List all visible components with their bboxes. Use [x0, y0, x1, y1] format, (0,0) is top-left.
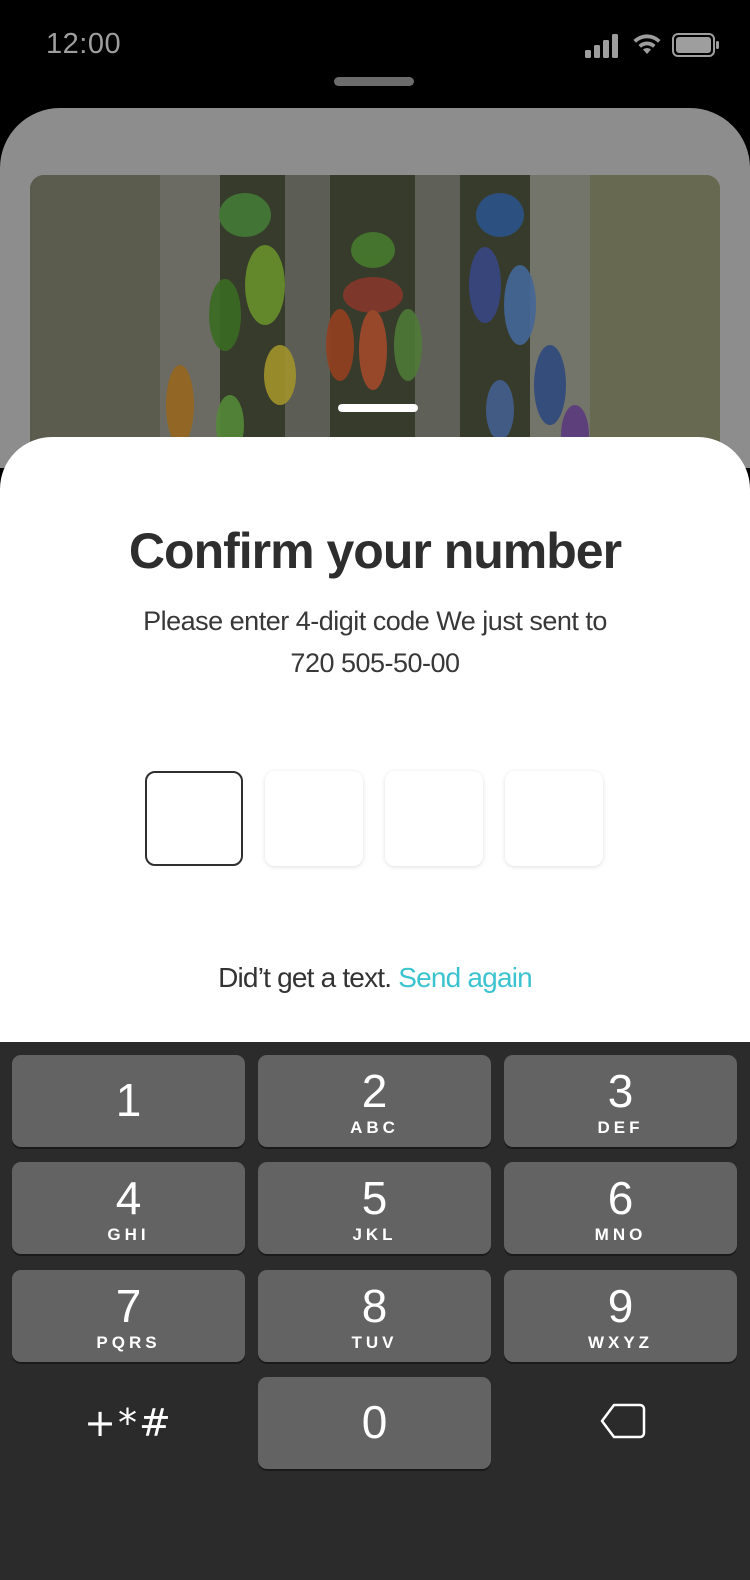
- key-number: 7: [115, 1280, 142, 1332]
- key-4[interactable]: 4 GHI: [12, 1162, 245, 1254]
- backspace-icon: [600, 1403, 646, 1439]
- instructions-line: Please enter 4-digit code We just sent t…: [143, 606, 607, 636]
- status-bar: 12:00: [0, 0, 750, 92]
- resend-row: Did’t get a text. Send again: [0, 962, 750, 994]
- phone-number: 720 505-50-00: [290, 648, 460, 678]
- sheet-grabber[interactable]: [334, 77, 414, 86]
- key-3[interactable]: 3 DEF: [504, 1055, 737, 1147]
- key-number: 1: [115, 1074, 142, 1126]
- code-digit-2[interactable]: [265, 771, 363, 866]
- page-title: Confirm your number: [128, 523, 622, 579]
- key-letters: GHI: [107, 1225, 150, 1244]
- key-number: 5: [361, 1172, 388, 1224]
- key-letters: JKL: [352, 1225, 397, 1244]
- key-0[interactable]: 0: [258, 1377, 491, 1469]
- key-number: 3: [607, 1065, 634, 1117]
- instructions-text: Please enter 4-digit code We just sent t…: [0, 600, 750, 684]
- key-number: 8: [361, 1280, 388, 1332]
- battery-icon: [672, 33, 719, 57]
- key-number: 9: [607, 1280, 634, 1332]
- key-9[interactable]: 9 WXYZ: [504, 1270, 737, 1362]
- key-number: 2: [361, 1065, 388, 1117]
- resend-prompt: Did’t get a text.: [218, 962, 392, 993]
- code-digit-3[interactable]: [385, 771, 483, 866]
- key-letters: MNO: [594, 1225, 647, 1244]
- key-7[interactable]: 7 PQRS: [12, 1270, 245, 1362]
- wifi-icon: [633, 34, 661, 54]
- key-2[interactable]: 2 ABC: [258, 1055, 491, 1147]
- status-time: 12:00: [46, 28, 122, 60]
- key-number: 6: [607, 1172, 634, 1224]
- code-digit-1[interactable]: [145, 771, 243, 866]
- signal-icon: [585, 34, 618, 58]
- carousel-indicator: [338, 404, 418, 412]
- code-digit-4[interactable]: [505, 771, 603, 866]
- key-letters: ABC: [350, 1118, 399, 1137]
- key-1[interactable]: 1: [12, 1055, 245, 1147]
- key-symbols[interactable]: +*#: [12, 1377, 245, 1469]
- key-6[interactable]: 6 MNO: [504, 1162, 737, 1254]
- key-5[interactable]: 5 JKL: [258, 1162, 491, 1254]
- key-letters: PQRS: [96, 1333, 161, 1352]
- send-again-link[interactable]: Send again: [398, 962, 532, 993]
- key-number: 4: [115, 1172, 142, 1224]
- key-letters: WXYZ: [587, 1333, 654, 1352]
- delete-key[interactable]: [504, 1377, 737, 1469]
- key-8[interactable]: 8 TUV: [258, 1270, 491, 1362]
- key-letters: TUV: [351, 1333, 398, 1352]
- key-letters: DEF: [597, 1118, 644, 1137]
- hero-image: [30, 175, 720, 475]
- key-number: 0: [361, 1396, 388, 1448]
